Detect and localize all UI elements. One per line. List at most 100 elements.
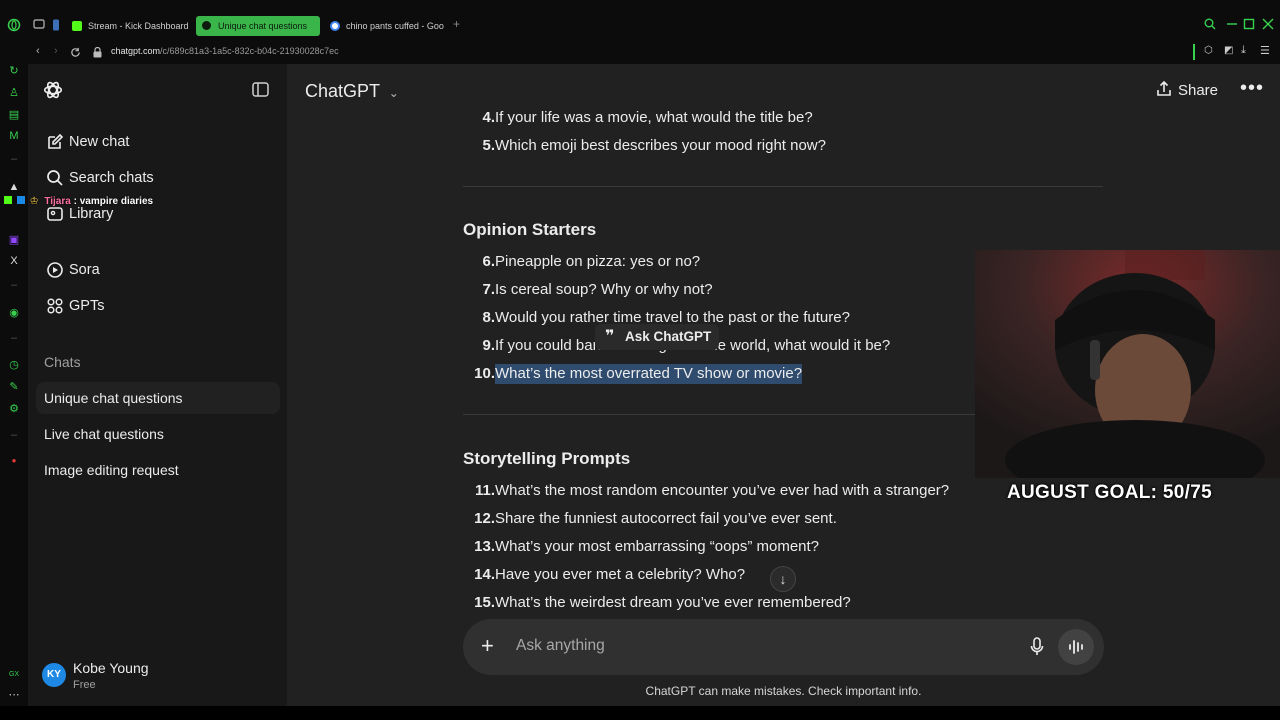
chatgpt-icon	[202, 21, 211, 30]
item-number: 6.	[482, 253, 495, 270]
voice-mode-button[interactable]	[1058, 629, 1094, 665]
item-text: Share the funniest autocorrect fail you’…	[495, 510, 837, 527]
gx-control-icon[interactable]: ↻	[7, 64, 21, 78]
search-tabs-icon[interactable]	[1204, 18, 1216, 32]
easy-setup-icon[interactable]: ☰	[1260, 44, 1270, 57]
browser-sidebar-rail: ↻ ♙ ▤ M – ▲ ▣ X – ◉ – ◷ ✎ ⚙ – ● GX ⋯	[0, 40, 28, 720]
search-icon	[46, 169, 64, 187]
gx-corner-icon[interactable]: ♙	[7, 86, 21, 100]
item-number: 10.	[474, 365, 495, 382]
share-button[interactable]: Share	[1156, 80, 1218, 103]
attach-plus-icon[interactable]: +	[481, 632, 494, 660]
item-number: 5.	[482, 137, 495, 154]
lock-icon[interactable]	[93, 45, 102, 63]
item-number: 4.	[482, 109, 495, 126]
search-chats-button[interactable]: Search chats	[36, 161, 280, 195]
new-tab-plus-icon[interactable]: +	[453, 18, 460, 30]
list-item: 15. What’s the weirdest dream you’ve ever…	[463, 593, 851, 613]
share-label: Share	[1177, 82, 1218, 99]
more-options-button[interactable]: •••	[1240, 77, 1264, 100]
twitch-icon[interactable]: ▣	[7, 233, 21, 247]
stream-chat-overlay: ♔ Tijara : vampire diaries	[4, 196, 153, 207]
workspaces-icon[interactable]	[33, 19, 45, 31]
section-divider	[463, 186, 1103, 187]
download-icon[interactable]: ⤓	[1241, 44, 1246, 57]
list-item: 12. Share the funniest autocorrect fail y…	[463, 509, 837, 529]
minimize-icon[interactable]	[1226, 18, 1238, 32]
new-chat-label: New chat	[69, 134, 130, 150]
chat-item-live-chat-questions[interactable]: Live chat questions	[36, 418, 280, 450]
tab-unique-chat-questions[interactable]: Unique chat questions	[196, 16, 320, 36]
microphone-icon[interactable]	[1030, 636, 1044, 658]
tab-manager-icon[interactable]	[52, 19, 60, 33]
chat-item-image-editing-request[interactable]: Image editing request	[36, 454, 280, 486]
item-number: 13.	[474, 538, 495, 555]
kick-icon	[4, 196, 12, 204]
screen: { "browser": { "tabs": [ {"label": "Stre…	[0, 0, 1280, 720]
rail-divider: –	[10, 332, 18, 344]
m-app-icon[interactable]: M	[7, 129, 21, 143]
list-item: 14. Have you ever met a celebrity? Who?	[463, 565, 745, 585]
sora-button[interactable]: Sora	[36, 253, 280, 287]
player-play-icon[interactable]: ◉	[7, 306, 21, 320]
chat-username: Tijara	[44, 196, 71, 207]
chat-item-label: Image editing request	[44, 462, 179, 478]
chat-item-label: Unique chat questions	[44, 390, 183, 406]
item-text: If your life was a movie, what would the…	[495, 109, 813, 126]
gpts-button[interactable]: GPTs	[36, 289, 280, 323]
opera-gx-logo-icon[interactable]	[7, 18, 21, 34]
address-divider	[1193, 44, 1195, 60]
stream-goal-text: AUGUST GOAL: 50/75	[1007, 482, 1212, 503]
webcam-feed	[975, 250, 1280, 478]
item-number: 14.	[474, 566, 495, 583]
chats-heading: Chats	[44, 354, 81, 370]
close-sidebar-icon[interactable]	[252, 82, 269, 102]
url-text[interactable]: chatgpt.com/c/689c81a3-1a5c-832c-b04c-21…	[111, 46, 339, 56]
forward-icon[interactable]: ›	[54, 45, 58, 57]
voice-waveform-icon	[1069, 640, 1083, 654]
rail-divider: –	[10, 153, 18, 165]
prompt-input[interactable]	[516, 637, 996, 655]
share-icon	[1156, 80, 1172, 103]
x-twitter-icon[interactable]: X	[7, 254, 21, 268]
chat-item-unique-chat-questions[interactable]: Unique chat questions	[36, 382, 280, 414]
browser-tab-bar: Stream - Kick Dashboard Unique chat ques…	[0, 0, 1280, 40]
snapshot-icon[interactable]: ◩	[1224, 45, 1233, 56]
tab-label: Unique chat questions	[218, 21, 308, 31]
item-text-selected[interactable]: What’s the most overrated TV show or mov…	[495, 364, 803, 384]
record-icon[interactable]: ●	[7, 454, 21, 468]
profile-plan: Free	[73, 679, 96, 691]
close-window-icon[interactable]	[1262, 18, 1274, 32]
model-switcher[interactable]: ChatGPT ⌄	[305, 80, 399, 104]
gx-badge-icon[interactable]: GX	[7, 668, 21, 682]
openai-logo-icon[interactable]	[42, 79, 64, 106]
tab-kick-dashboard[interactable]: Stream - Kick Dashboard	[66, 16, 192, 36]
model-name: ChatGPT	[305, 81, 380, 101]
library-icon	[46, 205, 64, 223]
history-icon[interactable]: ◷	[7, 358, 21, 372]
maximize-icon[interactable]	[1243, 18, 1255, 32]
ask-chatgpt-label: Ask ChatGPT	[625, 329, 712, 344]
address-bar: ‹ › chatgpt.com/c/689c81a3-1a5c-832c-b04…	[28, 40, 1280, 64]
quote-icon: ❞	[605, 328, 615, 345]
list-item: 4. If your life was a movie, what would t…	[463, 108, 812, 128]
x-badge-icon	[16, 196, 25, 204]
ask-chatgpt-button[interactable]: ❞ Ask ChatGPT	[595, 324, 719, 350]
back-icon[interactable]: ‹	[36, 45, 40, 57]
item-text: What’s the weirdest dream you’ve ever re…	[495, 594, 851, 611]
more-options-icon[interactable]: ⋯	[7, 688, 21, 702]
extensions-rail-icon[interactable]: ✎	[7, 380, 21, 394]
new-chat-button[interactable]: New chat	[36, 125, 280, 159]
pinboard-icon[interactable]: ▤	[7, 108, 21, 122]
scroll-to-bottom-button[interactable]: ↓	[770, 566, 796, 592]
chat-item-label: Live chat questions	[44, 426, 164, 442]
player-icon[interactable]: ▲	[7, 180, 21, 194]
disclaimer-text: ChatGPT can make mistakes. Check importa…	[645, 684, 922, 698]
gpts-icon	[46, 297, 64, 315]
settings-icon[interactable]: ⚙	[7, 402, 21, 416]
extensions-icon[interactable]: ⬡	[1204, 45, 1213, 56]
reload-icon[interactable]	[70, 45, 81, 63]
tab-label: Stream - Kick Dashboard	[88, 21, 189, 31]
profile-button[interactable]: KY Kobe Young Free	[36, 656, 280, 696]
tab-google-search[interactable]: chino pants cuffed - Goog	[324, 16, 444, 36]
